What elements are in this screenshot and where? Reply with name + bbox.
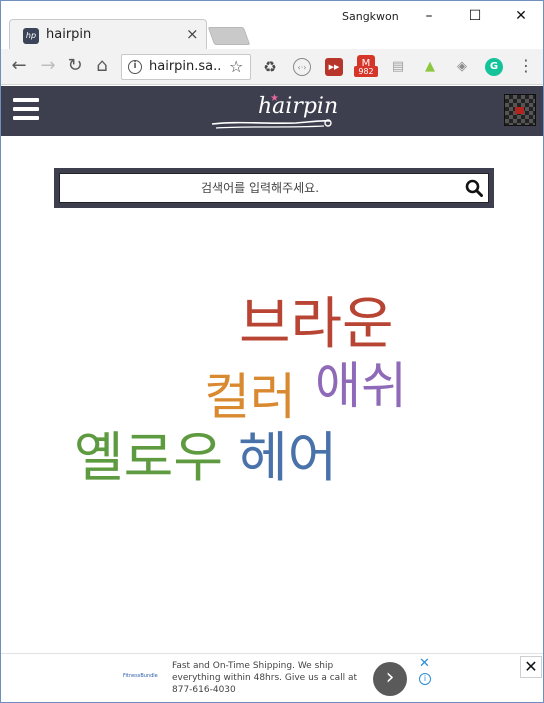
mail-extension-icon[interactable]: M 982 (354, 55, 378, 77)
page-extension-icon[interactable]: ▤ (389, 58, 407, 76)
word-cloud-item-color[interactable]: 컬러 (204, 372, 296, 422)
forward-extension-icon[interactable]: ▶▶ (325, 58, 343, 76)
info-icon[interactable]: i (128, 60, 142, 74)
android-extension-icon[interactable]: ▲ (421, 58, 439, 76)
ad-next-arrow-icon[interactable]: › (373, 662, 407, 696)
maximize-button[interactable]: ☐ (455, 5, 495, 27)
ad-banner[interactable]: FitnessBundle Fast and On-Time Shipping.… (117, 655, 435, 702)
ad-logo: FitnessBundle (123, 673, 158, 679)
tab-title: hairpin (46, 27, 92, 42)
address-bar[interactable]: i hairpin.sa... ☆ (121, 54, 251, 80)
browser-menu-icon[interactable]: ⋮ (515, 55, 537, 77)
hamburger-menu-icon[interactable] (13, 98, 39, 122)
word-cloud-item-hair[interactable]: 헤어 (238, 431, 337, 485)
avatar-mark (515, 107, 524, 114)
close-window-button[interactable]: ✕ (501, 5, 541, 27)
search-container (54, 168, 494, 208)
back-arrow-icon[interactable]: ← (8, 55, 30, 77)
new-tab-button[interactable] (207, 27, 251, 45)
url-text[interactable]: hairpin.sa... (149, 59, 221, 74)
recycle-extension-icon[interactable]: ♻ (261, 58, 279, 76)
grammarly-extension-icon[interactable]: G (485, 58, 503, 76)
ad-info-icon[interactable]: i (419, 673, 431, 685)
ad-close-button[interactable]: ✕ (520, 656, 542, 678)
search-input[interactable] (60, 174, 460, 202)
cube-extension-icon[interactable]: ◈ (453, 58, 471, 76)
mail-count-badge: 982 (354, 66, 378, 77)
home-icon[interactable]: ⌂ (91, 55, 113, 77)
profile-name[interactable]: Sangkwon (342, 10, 399, 23)
forward-arrow-icon[interactable]: → (37, 55, 59, 77)
tab-close-icon[interactable]: × (186, 25, 199, 43)
title-bar: hp hairpin × Sangkwon – ☐ ✕ (1, 1, 543, 49)
browser-toolbar: ← → ↻ ⌂ i hairpin.sa... ☆ ♻ ‹·› ▶▶ M 982… (1, 49, 543, 85)
word-cloud-item-yellow[interactable]: 옐로우 (74, 431, 223, 485)
bookmark-star-icon[interactable]: ☆ (229, 57, 243, 76)
reload-icon[interactable]: ↻ (64, 55, 86, 77)
site-header: ★ hairpin (1, 86, 543, 136)
word-cloud-item-brown[interactable]: 브라운 (239, 297, 394, 353)
logo-text: hairpin (258, 94, 339, 119)
ad-text[interactable]: Fast and On-Time Shipping. We ship every… (172, 660, 362, 696)
hairpin-logo[interactable]: ★ hairpin (206, 90, 339, 132)
code-extension-icon[interactable]: ‹·› (293, 58, 311, 76)
search-box (59, 173, 489, 203)
browser-window: hp hairpin × Sangkwon – ☐ ✕ ← → ↻ ⌂ i ha… (0, 0, 544, 703)
word-cloud-item-ash[interactable]: 애쉬 (315, 361, 407, 411)
tab-hairpin[interactable]: hp hairpin × (9, 19, 207, 49)
ad-choices-close-icon[interactable]: ✕ (419, 656, 430, 671)
ad-bar: FitnessBundle Fast and On-Time Shipping.… (1, 653, 543, 702)
search-icon[interactable] (465, 179, 483, 197)
minimize-button[interactable]: – (409, 5, 449, 27)
user-avatar[interactable] (504, 94, 536, 126)
hairpin-favicon-icon: hp (23, 28, 39, 44)
